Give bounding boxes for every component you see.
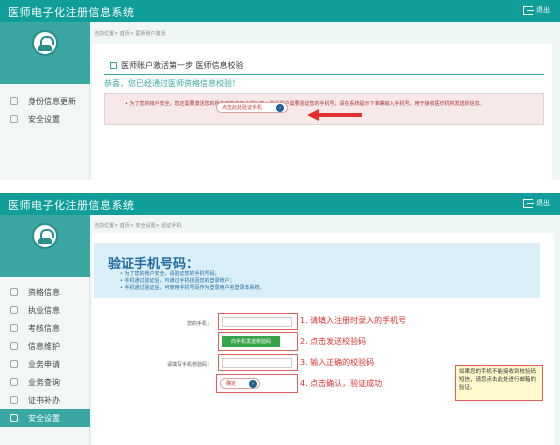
- practice-icon: [10, 306, 18, 314]
- sidebar-item-label: 证书补办: [28, 395, 60, 405]
- bullet-item: • 手机通过验证后，可通过手机找回您的登录账户；: [120, 278, 235, 284]
- email-verify-tip[interactable]: 如果您的手机不能接收到校验码短信，请您点击此处进行邮箱的验证。: [455, 365, 543, 401]
- divider: [104, 74, 544, 75]
- app-title: 医师电子化注册信息系统: [8, 199, 135, 212]
- exit-label: 退出: [536, 199, 550, 207]
- sidebar-item-exam[interactable]: 考核信息: [0, 319, 90, 337]
- sidebar-item-identity-update[interactable]: 身份信息更新: [0, 92, 90, 110]
- main-panel: 医师账户激活第一步 医师信息校验 恭喜，您已经通过医师资格信息校验！ • 为了您…: [92, 44, 552, 180]
- page-title: 验证手机号码：: [108, 257, 200, 272]
- edit-icon: [10, 342, 18, 350]
- success-message: 恭喜，您已经通过医师资格信息校验！: [104, 79, 240, 88]
- breadcrumb: 当前位置> 首页> 医师账户激活: [94, 31, 166, 37]
- id-card-icon: [10, 97, 18, 105]
- certificate-icon: [10, 288, 18, 296]
- sidebar-item-label: 考核信息: [28, 323, 60, 333]
- sidebar-item-reissue[interactable]: 证书补办: [0, 391, 90, 409]
- arrow-right-icon: ›: [276, 103, 284, 112]
- sidebar-item-maintenance[interactable]: 信息维护: [0, 337, 90, 355]
- top-bar: 医师电子化注册信息系统 退出: [0, 0, 560, 22]
- annotation-step-3: 3. 输入正确的校验码: [300, 358, 375, 367]
- checkbox-icon: [110, 62, 117, 69]
- verify-phone-label: 点击此处验证手机: [222, 105, 263, 111]
- bullet-item: • 为了您的账户安全，请验证您的手机号码；: [120, 271, 220, 277]
- sidebar: 资格信息 执业信息 考核信息 信息维护 业务申请 业务查询 证书补办 安全设置: [0, 215, 90, 445]
- sidebar-item-query[interactable]: 业务查询: [0, 373, 90, 391]
- query-icon: [10, 378, 18, 386]
- exam-icon: [10, 324, 18, 332]
- user-panel: [0, 22, 90, 84]
- user-panel: [0, 215, 90, 277]
- apply-icon: [10, 360, 18, 368]
- reissue-icon: [10, 396, 18, 404]
- sidebar-item-security[interactable]: 安全设置: [0, 409, 90, 427]
- sidebar-item-label: 业务申请: [28, 359, 60, 369]
- step-title: 医师账户激活第一步 医师信息校验: [110, 60, 244, 71]
- annotation-box-phone: [218, 313, 298, 330]
- verify-phone-button[interactable]: 点击此处验证手机 ›: [216, 102, 288, 113]
- notice-text: • 为了您的帐户安全，您还需要激活您的账户才能使用全部功能，激活账户需要验证您的…: [125, 101, 485, 107]
- code-label: 请填写手机校验码：: [166, 362, 212, 368]
- pointer-arrow-icon: [307, 109, 362, 121]
- logout-icon: [523, 198, 534, 208]
- step-title-text: 医师账户激活第一步 医师信息校验: [121, 61, 244, 70]
- top-bar: 医师电子化注册信息系统 退出: [0, 193, 560, 215]
- sidebar-item-label: 执业信息: [28, 305, 60, 315]
- annotation-step-1: 1. 请填入注册时录入的手机号: [300, 316, 407, 325]
- annotation-box-send: [218, 332, 298, 351]
- bullet-item: • 手机通过验证后，可使用手机号码作为登录用户名登录本系统。: [120, 285, 265, 291]
- annotation-step-4: 4. 点击确认，验证成功: [300, 379, 383, 388]
- annotation-box-code: [218, 354, 298, 371]
- sidebar-item-label: 安全设置: [28, 413, 60, 423]
- sidebar-item-label: 身份信息更新: [28, 96, 76, 106]
- sidebar-item-apply[interactable]: 业务申请: [0, 355, 90, 373]
- sidebar-item-security[interactable]: 安全设置: [0, 110, 90, 128]
- sidebar-item-practice[interactable]: 执业信息: [0, 301, 90, 319]
- sidebar: 身份信息更新 安全设置: [0, 22, 90, 180]
- verify-phone-screen: 医师电子化注册信息系统 退出 资格信息 执业信息 考核信息 信息维护 业务申请 …: [0, 193, 560, 445]
- annotation-box-confirm: [216, 374, 298, 393]
- sidebar-item-qualification[interactable]: 资格信息: [0, 283, 90, 301]
- shield-icon: [10, 414, 18, 422]
- sidebar-item-label: 信息维护: [28, 341, 60, 351]
- avatar-icon: [32, 223, 58, 249]
- exit-button[interactable]: 退出: [523, 5, 550, 15]
- sidebar-item-label: 资格信息: [28, 287, 60, 297]
- exit-button[interactable]: 退出: [523, 198, 550, 208]
- logout-icon: [523, 5, 534, 15]
- activation-screen: 医师电子化注册信息系统 退出 身份信息更新 安全设置 当前位置> 首页> 医师账…: [0, 0, 560, 180]
- exit-label: 退出: [536, 6, 550, 14]
- sidebar-item-label: 安全设置: [28, 114, 60, 124]
- main-panel: 验证手机号码： • 为了您的账户安全，请验证您的手机号码； • 手机通过验证后，…: [92, 233, 554, 445]
- app-title: 医师电子化注册信息系统: [8, 6, 135, 19]
- info-bullets: • 为了您的账户安全，请验证您的手机号码； • 手机通过验证后，可通过手机找回您…: [120, 271, 265, 292]
- sidebar-item-label: 业务查询: [28, 377, 60, 387]
- phone-label: 您的手机：: [186, 321, 212, 327]
- breadcrumb: 当前位置> 首页> 安全设置> 验证手机: [94, 223, 182, 229]
- shield-icon: [10, 115, 18, 123]
- annotation-step-2: 2. 点击发送校验码: [300, 337, 367, 346]
- avatar-icon: [32, 30, 58, 56]
